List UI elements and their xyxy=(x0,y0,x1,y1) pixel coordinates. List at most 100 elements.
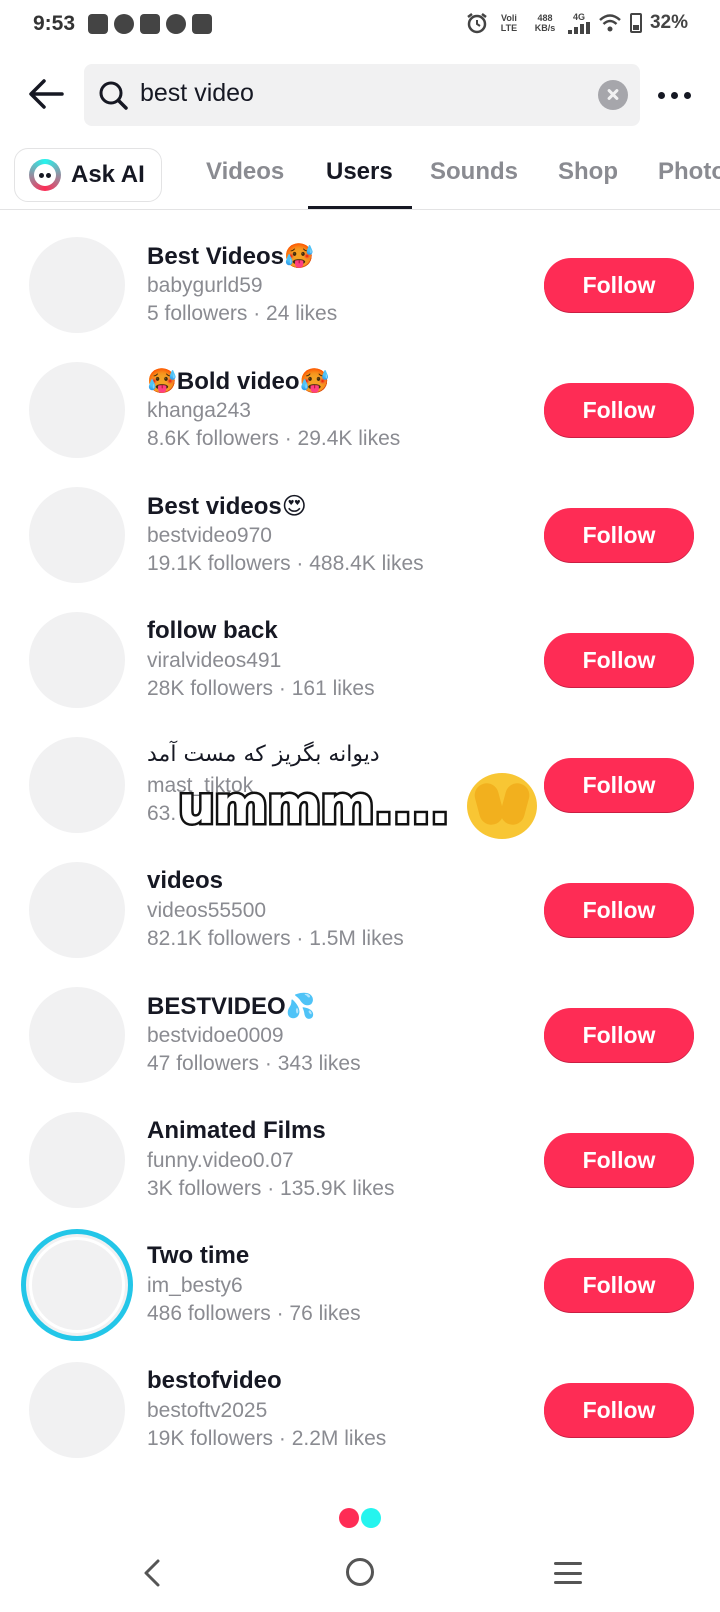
network-speed: 488 KB/s xyxy=(534,13,556,33)
follow-button[interactable]: Follow xyxy=(544,883,694,937)
search-query[interactable]: best video xyxy=(140,79,254,108)
tab-shop[interactable]: Shop xyxy=(558,158,618,186)
tab-photos[interactable]: Photos xyxy=(658,158,720,186)
messenger-icon xyxy=(114,14,134,34)
user-stats: 47 followers · 343 likes xyxy=(147,1052,361,1075)
user-stats: 19K followers · 2.2M likes xyxy=(147,1427,387,1450)
system-navigation-bar xyxy=(0,1548,720,1612)
list-item[interactable]: videos videos55500 82.1K followers · 1.5… xyxy=(0,835,720,960)
wifi-icon xyxy=(599,14,621,32)
follow-button[interactable]: Follow xyxy=(544,1258,694,1312)
user-display-name: bestofvideo xyxy=(147,1367,282,1394)
user-stats: 486 followers · 76 likes xyxy=(147,1302,361,1325)
ask-ai-icon xyxy=(29,159,61,191)
follow-button[interactable]: Follow xyxy=(544,1383,694,1437)
ask-ai-label: Ask AI xyxy=(71,161,145,188)
follow-button[interactable]: Follow xyxy=(544,633,694,687)
clear-search-icon[interactable] xyxy=(598,80,628,110)
network-type: Voli LTE xyxy=(500,13,518,33)
search-input[interactable]: best video xyxy=(84,64,640,126)
loading-dot-icon xyxy=(361,1508,381,1528)
notification-icons xyxy=(88,14,212,34)
loading-dot-icon xyxy=(339,1508,359,1528)
follow-button[interactable]: Follow xyxy=(544,758,694,812)
nav-recents-icon[interactable] xyxy=(554,1562,582,1584)
ask-ai-button[interactable]: Ask AI xyxy=(14,148,162,202)
avatar[interactable] xyxy=(29,737,125,833)
user-stats: 82.1K followers · 1.5M likes xyxy=(147,927,404,950)
avatar[interactable] xyxy=(29,1362,125,1458)
sync-icon xyxy=(166,14,186,34)
follow-button[interactable]: Follow xyxy=(544,1008,694,1062)
status-bar: 9:53 Voli LTE 488 KB/s 4G 32% xyxy=(0,0,720,54)
list-item[interactable]: Best videos😍 bestvideo970 19.1K follower… xyxy=(0,460,720,585)
follow-button[interactable]: Follow xyxy=(544,383,694,437)
text-sticker-overlay: ummm.... xyxy=(176,773,537,839)
signal-bars-icon xyxy=(567,22,590,34)
avatar[interactable] xyxy=(29,362,125,458)
avatar[interactable] xyxy=(29,862,125,958)
user-stats: 8.6K followers · 29.4K likes xyxy=(147,427,401,450)
user-stats: 28K followers · 161 likes xyxy=(147,677,375,700)
tab-users[interactable]: Users xyxy=(326,158,393,186)
avatar[interactable] xyxy=(29,237,125,333)
search-tabs: Ask AI Videos Users Sounds Shop Photos xyxy=(0,146,720,210)
user-handle: videos55500 xyxy=(147,899,267,922)
list-item[interactable]: BESTVIDEO💦 bestvidoe0009 47 followers · … xyxy=(0,960,720,1085)
list-item[interactable]: bestofvideo bestoftv2025 19K followers ·… xyxy=(0,1335,720,1460)
tab-sounds[interactable]: Sounds xyxy=(430,158,518,186)
nav-home-icon[interactable] xyxy=(346,1558,374,1586)
user-handle: bestvideo970 xyxy=(147,524,272,547)
nav-back-icon[interactable] xyxy=(138,1558,168,1588)
avatar[interactable] xyxy=(29,1112,125,1208)
status-right: Voli LTE 488 KB/s 4G 32% xyxy=(466,12,688,34)
list-item[interactable]: follow back viralvideos491 28K followers… xyxy=(0,585,720,710)
user-stats: 19.1K followers · 488.4K likes xyxy=(147,552,424,575)
search-icon xyxy=(99,81,128,110)
user-handle: khanga243 xyxy=(147,399,251,422)
back-arrow-icon[interactable] xyxy=(26,74,66,114)
list-item[interactable]: Two time im_besty6 486 followers · 76 li… xyxy=(0,1210,720,1341)
list-item[interactable]: Animated Films funny.video0.07 3K follow… xyxy=(0,1085,720,1210)
user-handle: bestoftv2025 xyxy=(147,1399,268,1422)
user-display-name: 🥵Bold video🥵 xyxy=(147,368,330,395)
tab-videos[interactable]: Videos xyxy=(206,158,284,186)
user-display-name: Best Videos🥵 xyxy=(147,243,314,270)
user-display-name: videos xyxy=(147,867,224,894)
user-handle: funny.video0.07 xyxy=(147,1149,294,1172)
active-tab-indicator xyxy=(308,206,412,209)
app-notification-icon xyxy=(192,14,212,34)
user-handle: bestvidoe0009 xyxy=(147,1024,284,1047)
follow-button[interactable]: Follow xyxy=(544,1133,694,1187)
avatar[interactable] xyxy=(29,987,125,1083)
user-stats: 63. xyxy=(147,802,177,825)
battery-icon xyxy=(629,13,642,33)
follow-button[interactable]: Follow xyxy=(544,258,694,312)
avatar[interactable] xyxy=(29,487,125,583)
video-camera-icon xyxy=(88,14,108,34)
user-handle: viralvideos491 xyxy=(147,649,282,672)
phone-app-icon xyxy=(140,14,160,34)
user-display-name: Best videos😍 xyxy=(147,493,307,520)
user-display-name: follow back xyxy=(147,617,278,644)
signal-group: 4G xyxy=(567,12,590,34)
user-stats: 5 followers · 24 likes xyxy=(147,302,338,325)
battery-level: 32% xyxy=(649,12,688,33)
list-item[interactable]: Best Videos🥵 babygurld59 5 followers · 2… xyxy=(0,210,720,335)
list-item[interactable]: 🥵Bold video🥵 khanga243 8.6K followers · … xyxy=(0,335,720,460)
user-stats: 3K followers · 135.9K likes xyxy=(147,1177,395,1200)
alarm-icon xyxy=(467,13,487,34)
face-with-peeking-eye-icon xyxy=(466,773,537,839)
sticker-text: ummm.... xyxy=(176,774,453,839)
user-display-name: Animated Films xyxy=(147,1117,326,1144)
follow-button[interactable]: Follow xyxy=(544,508,694,562)
more-options-icon[interactable] xyxy=(652,84,696,106)
avatar[interactable] xyxy=(29,612,125,708)
user-display-name: دیوانه بگریز که مست آمد xyxy=(147,742,380,767)
search-header: best video xyxy=(0,64,720,126)
loading-indicator xyxy=(339,1508,381,1528)
signal-type: 4G xyxy=(572,12,585,22)
user-handle: im_besty6 xyxy=(147,1274,243,1297)
live-avatar[interactable] xyxy=(21,1229,133,1341)
user-handle: babygurld59 xyxy=(147,274,263,297)
